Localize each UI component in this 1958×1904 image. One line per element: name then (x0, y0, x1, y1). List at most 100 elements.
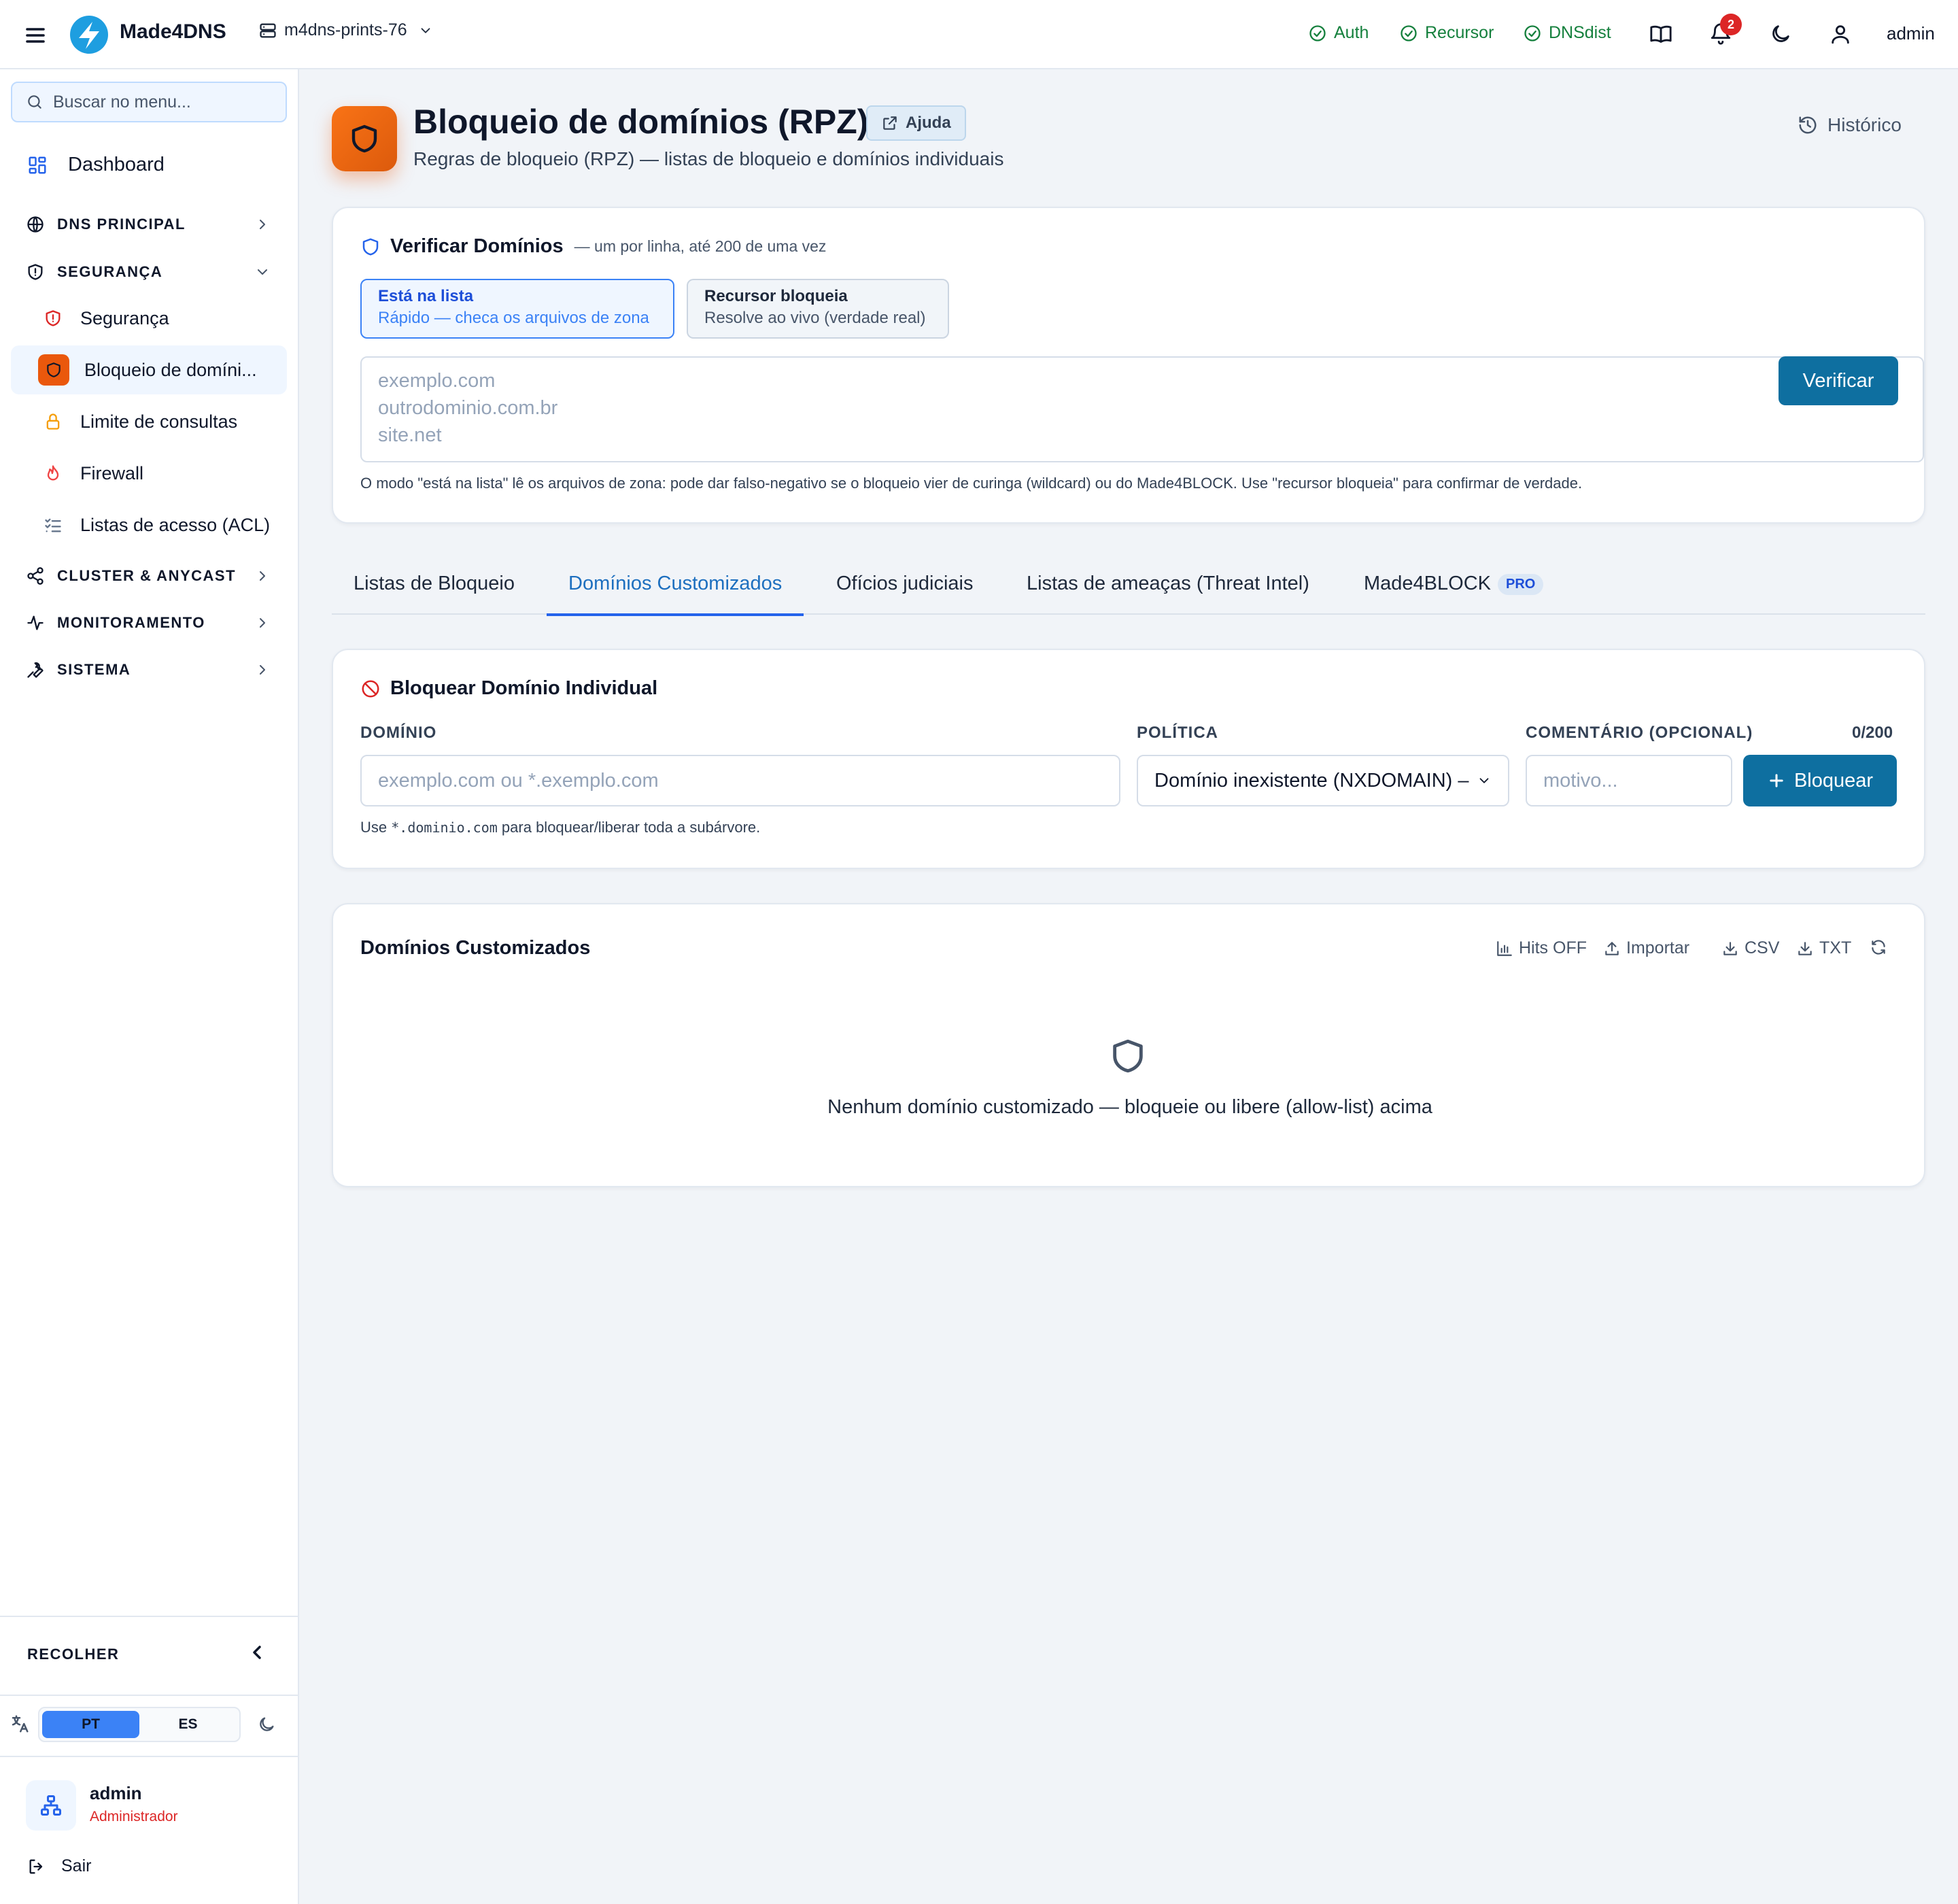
plus-icon (1770, 774, 1783, 787)
export-csv-button[interactable]: CSV (1721, 938, 1779, 958)
chevron-left-icon[interactable] (246, 1642, 268, 1663)
help-button[interactable]: Ajuda (866, 105, 966, 141)
share-nodes-icon (27, 567, 44, 585)
empty-shield-icon (1108, 1036, 1148, 1076)
service-status-dnsdist[interactable]: DNSdist (1523, 23, 1611, 43)
bar-chart-icon (1497, 940, 1512, 956)
block-domain-card: Bloquear Domínio Individual DOMÍNIO POLÍ… (332, 649, 1925, 869)
server-selector[interactable]: m4dns-prints-76 (258, 20, 433, 40)
sidebar-section-seguranca[interactable]: SEGURANÇA (26, 262, 271, 282)
chevron-down-icon (258, 269, 267, 275)
logout-button[interactable]: Sair (27, 1856, 91, 1876)
tab-oficios-judiciais[interactable]: Ofícios judiciais (836, 573, 973, 613)
menu-icon[interactable] (23, 23, 48, 48)
comment-label: COMENTÁRIO (OPCIONAL) (1526, 724, 1753, 742)
activity-icon (27, 615, 44, 630)
user-icon[interactable] (1829, 22, 1852, 46)
domain-label: DOMÍNIO (360, 724, 437, 742)
sidebar-item-limite-consultas[interactable]: Limite de consultas (11, 397, 287, 446)
history-button[interactable]: Histórico (1798, 114, 1902, 136)
tab-listas-bloqueio[interactable]: Listas de Bloqueio (354, 573, 515, 613)
language-option-pt[interactable]: PT (42, 1711, 139, 1738)
tab-made4block[interactable]: Made4BLOCK PRO (1364, 573, 1544, 613)
moon-icon[interactable] (1769, 22, 1792, 46)
policy-select[interactable]: Domínio inexistente (NXDOMAIN) – (1137, 755, 1509, 806)
verify-note: O modo "está na lista" lê os arquivos de… (360, 475, 1583, 492)
sidebar: Dashboard DNS PRINCIPAL SEGURANÇA Segura… (0, 69, 299, 1904)
lock-icon (46, 413, 60, 430)
block-card-title: Bloquear Domínio Individual (360, 677, 657, 700)
page-subtitle: Regras de bloqueio (RPZ) — listas de blo… (413, 148, 1004, 169)
server-name: m4dns-prints-76 (284, 20, 407, 39)
made4dns-logo[interactable] (69, 15, 109, 54)
network-icon (41, 1795, 61, 1816)
wrench-icon (27, 662, 44, 678)
moon-icon[interactable] (257, 1715, 276, 1734)
chevron-down-icon (421, 27, 430, 33)
menu-search[interactable] (11, 82, 287, 122)
empty-state-message: Nenhum domínio customizado — bloqueie ou… (827, 1096, 1432, 1118)
chevron-down-icon (1479, 778, 1489, 783)
docs-book-icon[interactable] (1649, 22, 1672, 46)
verify-button[interactable]: Verificar (1779, 356, 1898, 405)
user-name: admin (90, 1783, 142, 1803)
check-circle-icon (1401, 24, 1417, 41)
sidebar-section-dns-principal[interactable]: DNS PRINCIPAL (26, 215, 271, 234)
history-icon (1799, 116, 1817, 134)
refresh-icon[interactable] (1870, 938, 1887, 956)
mode-list-button[interactable]: Está na lista Rápido — checa os arquivos… (360, 279, 674, 339)
chevron-right-icon (260, 665, 265, 675)
sidebar-item-seguranca[interactable]: Segurança (11, 294, 287, 343)
sidebar-item-listas-acesso[interactable]: Listas de acesso (ACL) (11, 500, 287, 549)
sidebar-section-monitoramento[interactable]: MONITORAMENTO (26, 613, 271, 632)
tab-dominios-customizados[interactable]: Domínios Customizados (547, 573, 804, 616)
sidebar-item-firewall[interactable]: Firewall (11, 449, 287, 498)
flame-icon (47, 465, 59, 481)
mode-resolver-button[interactable]: Recursor bloqueia Resolve ao vivo (verda… (687, 279, 949, 339)
topbar-username[interactable]: admin (1887, 23, 1935, 44)
verify-domains-card: Verificar Domínios — um por linha, até 2… (332, 207, 1925, 524)
sidebar-item-dashboard[interactable]: Dashboard (27, 154, 165, 176)
domain-input[interactable] (360, 755, 1120, 806)
upload-icon (1605, 941, 1619, 955)
pro-badge: PRO (1498, 573, 1544, 595)
export-txt-button[interactable]: TXT (1796, 938, 1851, 958)
sidebar-section-sistema[interactable]: SISTEMA (26, 660, 271, 679)
download-icon (1798, 941, 1812, 955)
list-checks-icon (45, 518, 61, 532)
logout-icon (29, 1859, 43, 1873)
block-button[interactable]: Bloquear (1743, 755, 1897, 806)
sidebar-item-bloqueio-dominios[interactable]: Bloqueio de domíni... (11, 345, 287, 394)
divider (0, 1616, 299, 1617)
shield-icon (362, 238, 379, 255)
user-role: Administrador (90, 1809, 178, 1824)
collapse-label[interactable]: RECOLHER (27, 1646, 119, 1663)
tab-threat-intel[interactable]: Listas de ameaças (Threat Intel) (1027, 573, 1309, 613)
comment-input[interactable] (1526, 755, 1732, 806)
divider (0, 1756, 299, 1757)
translate-icon (10, 1714, 30, 1734)
service-status-auth[interactable]: Auth (1308, 23, 1369, 43)
divider (0, 1695, 299, 1696)
import-button[interactable]: Importar (1603, 938, 1689, 958)
chevron-right-icon (260, 220, 265, 229)
custom-domains-card: Domínios Customizados Hits OFF Importar … (332, 903, 1925, 1187)
page-shield-icon (332, 106, 397, 171)
verify-card-title: Verificar Domínios — um por linha, até 2… (360, 235, 826, 258)
service-status-recursor[interactable]: Recursor (1399, 23, 1494, 43)
chevron-right-icon (260, 571, 265, 581)
chevron-right-icon (260, 618, 265, 628)
ban-icon (362, 680, 379, 697)
dashboard-grid-icon (29, 156, 46, 173)
language-option-es[interactable]: ES (139, 1711, 237, 1738)
menu-search-input[interactable] (53, 92, 271, 112)
language-toggle[interactable]: PT ES (38, 1707, 241, 1742)
hits-toggle[interactable]: Hits OFF (1496, 938, 1587, 958)
custom-domains-title: Domínios Customizados (360, 937, 591, 959)
globe-icon (27, 216, 44, 233)
check-circle-icon (1309, 24, 1326, 41)
avatar (26, 1780, 76, 1831)
sidebar-section-cluster[interactable]: CLUSTER & ANYCAST (26, 566, 271, 585)
verify-domains-textarea[interactable] (360, 356, 1924, 462)
download-icon (1723, 941, 1737, 955)
